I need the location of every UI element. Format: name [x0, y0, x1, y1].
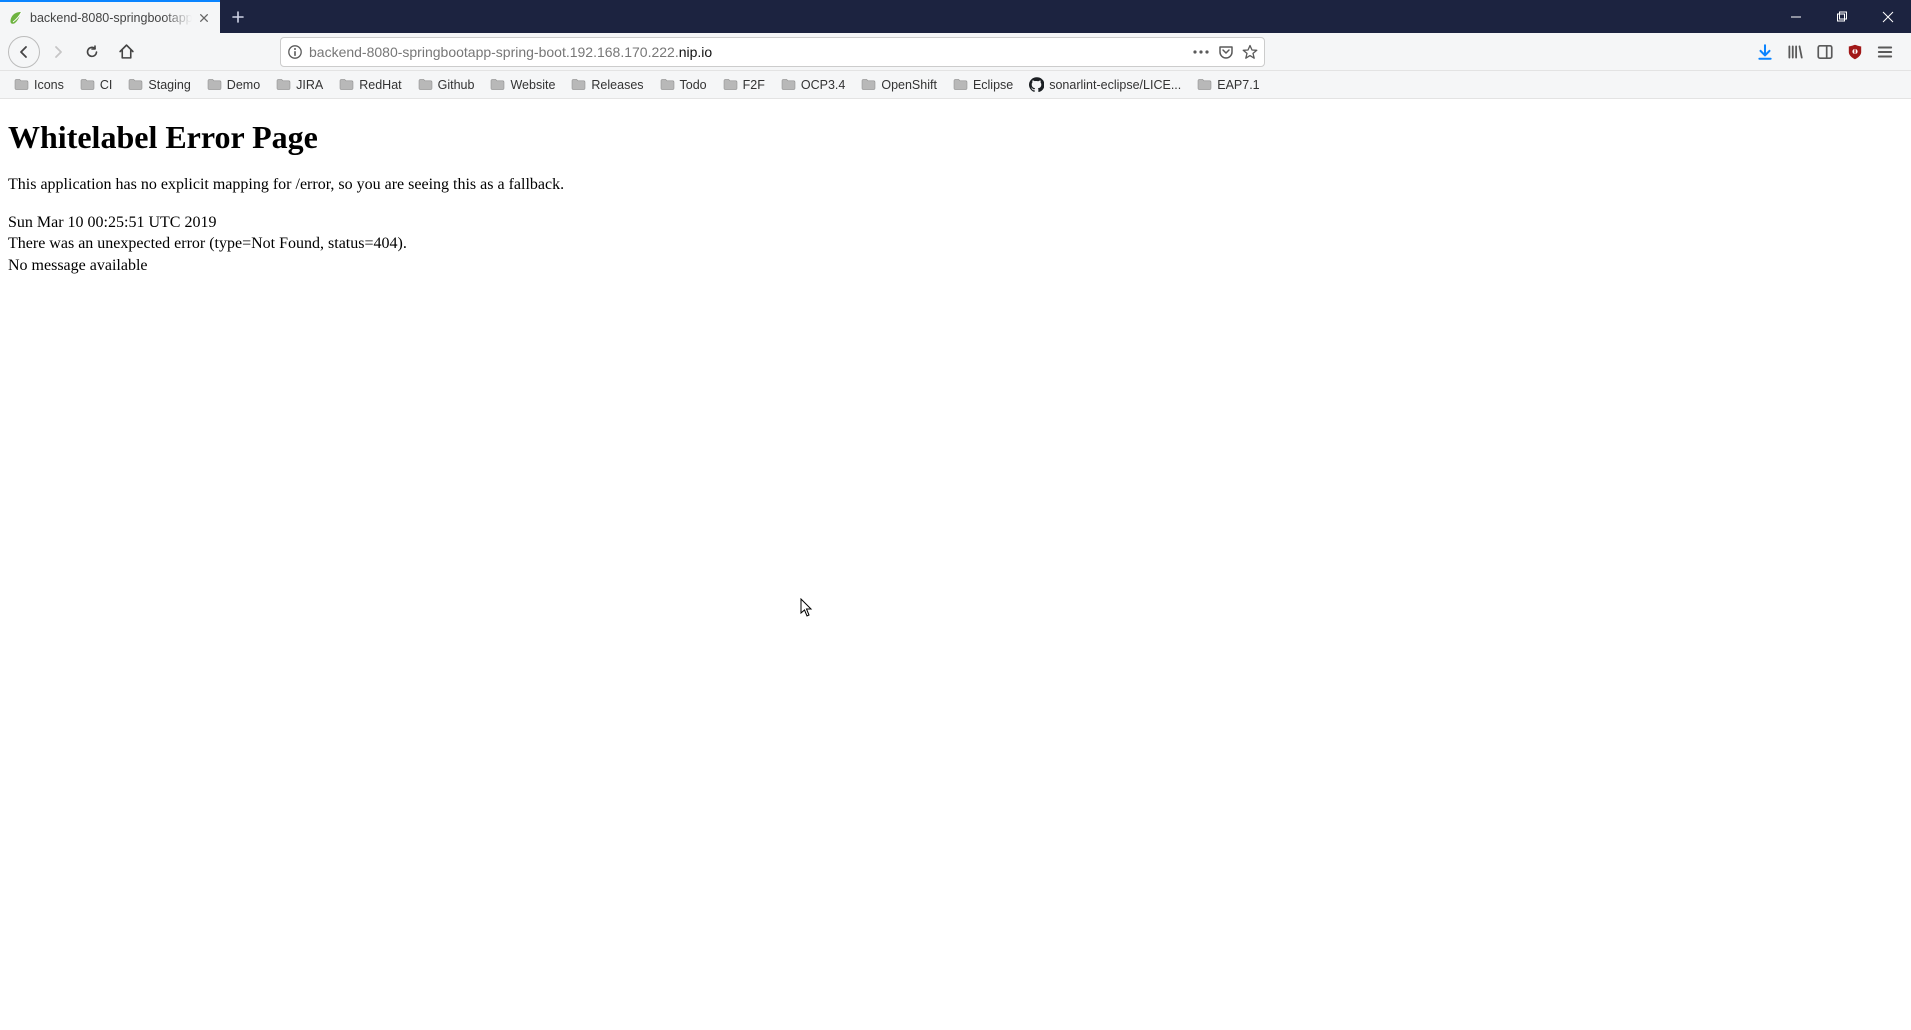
bookmark-item[interactable]: Icons: [8, 76, 70, 94]
downloads-icon[interactable]: [1751, 38, 1779, 66]
site-info-icon[interactable]: [287, 44, 303, 60]
bookmark-item[interactable]: Releases: [565, 76, 649, 94]
bookmark-label: RedHat: [359, 78, 401, 92]
bookmark-label: F2F: [743, 78, 765, 92]
bookmark-label: Eclipse: [973, 78, 1013, 92]
bookmark-label: JIRA: [296, 78, 323, 92]
close-window-button[interactable]: [1865, 0, 1911, 33]
bookmark-item[interactable]: Eclipse: [947, 76, 1019, 94]
url-text: backend-8080-springbootapp-spring-boot.1…: [309, 37, 1186, 67]
error-heading: Whitelabel Error Page: [8, 119, 1903, 156]
bookmark-label: Releases: [591, 78, 643, 92]
tab-strip: backend-8080-springbootapp-: [0, 0, 1911, 33]
bookmark-item[interactable]: Website: [484, 76, 561, 94]
bookmark-star-icon[interactable]: [1242, 44, 1258, 60]
ublock-shield-icon[interactable]: [1841, 38, 1869, 66]
folder-icon: [80, 78, 95, 91]
spring-leaf-icon: [8, 10, 24, 26]
folder-icon: [14, 78, 29, 91]
pocket-icon[interactable]: [1218, 44, 1234, 60]
bookmark-item[interactable]: sonarlint-eclipse/LICE...: [1023, 75, 1187, 94]
bookmark-item[interactable]: JIRA: [270, 76, 329, 94]
bookmark-item[interactable]: F2F: [717, 76, 771, 94]
url-prefix: backend-8080-springbootapp-spring-boot.1…: [309, 44, 679, 60]
reload-button[interactable]: [76, 36, 108, 68]
bookmark-label: Website: [510, 78, 555, 92]
bookmark-item[interactable]: Github: [412, 76, 481, 94]
folder-icon: [128, 78, 143, 91]
folder-icon: [571, 78, 586, 91]
bookmark-item[interactable]: OpenShift: [855, 76, 943, 94]
bookmark-label: Github: [438, 78, 475, 92]
bookmarks-bar: Icons CI Staging Demo JIRA RedHat Github Websit…: [0, 71, 1911, 99]
new-tab-button[interactable]: [220, 0, 256, 33]
close-tab-icon[interactable]: [196, 10, 212, 26]
bookmark-item[interactable]: Staging: [122, 76, 196, 94]
bookmark-item[interactable]: CI: [74, 76, 119, 94]
menu-icon[interactable]: [1871, 38, 1899, 66]
back-button[interactable]: [8, 36, 40, 68]
home-button[interactable]: [110, 36, 142, 68]
bookmark-label: CI: [100, 78, 113, 92]
bookmark-label: Icons: [34, 78, 64, 92]
folder-icon: [276, 78, 291, 91]
bookmark-label: OpenShift: [881, 78, 937, 92]
sidebar-icon[interactable]: [1811, 38, 1839, 66]
bookmark-label: EAP7.1: [1217, 78, 1259, 92]
bookmark-item[interactable]: EAP7.1: [1191, 76, 1265, 94]
forward-button[interactable]: [42, 36, 74, 68]
bookmark-label: OCP3.4: [801, 78, 845, 92]
browser-window: backend-8080-springbootapp-: [0, 0, 1911, 1030]
error-timestamp: Sun Mar 10 00:25:51 UTC 2019: [8, 212, 1903, 234]
bookmark-item[interactable]: RedHat: [333, 76, 407, 94]
bookmark-label: Todo: [680, 78, 707, 92]
page-content: Whitelabel Error Page This application h…: [0, 99, 1911, 1030]
maximize-button[interactable]: [1819, 0, 1865, 33]
bookmark-item[interactable]: Demo: [201, 76, 266, 94]
bookmark-label: sonarlint-eclipse/LICE...: [1049, 78, 1181, 92]
folder-icon: [861, 78, 876, 91]
github-icon: [1029, 77, 1044, 92]
folder-icon: [1197, 78, 1212, 91]
folder-icon: [207, 78, 222, 91]
folder-icon: [339, 78, 354, 91]
folder-icon: [418, 78, 433, 91]
folder-icon: [781, 78, 796, 91]
error-paragraph: This application has no explicit mapping…: [8, 174, 1903, 196]
error-message: No message available: [8, 255, 1903, 277]
folder-icon: [490, 78, 505, 91]
bookmark-label: Demo: [227, 78, 260, 92]
url-domain: nip.io: [679, 44, 712, 60]
minimize-button[interactable]: [1773, 0, 1819, 33]
bookmark-item[interactable]: Todo: [654, 76, 713, 94]
window-controls: [1773, 0, 1911, 33]
url-bar[interactable]: backend-8080-springbootapp-spring-boot.1…: [280, 37, 1265, 67]
error-detail: There was an unexpected error (type=Not …: [8, 233, 1903, 255]
folder-icon: [953, 78, 968, 91]
bookmark-label: Staging: [148, 78, 190, 92]
library-icon[interactable]: [1781, 38, 1809, 66]
folder-icon: [723, 78, 738, 91]
tab-active[interactable]: backend-8080-springbootapp-: [0, 0, 220, 33]
folder-icon: [660, 78, 675, 91]
navbar: backend-8080-springbootapp-spring-boot.1…: [0, 33, 1911, 71]
page-actions-icon[interactable]: [1192, 49, 1210, 55]
bookmark-item[interactable]: OCP3.4: [775, 76, 851, 94]
